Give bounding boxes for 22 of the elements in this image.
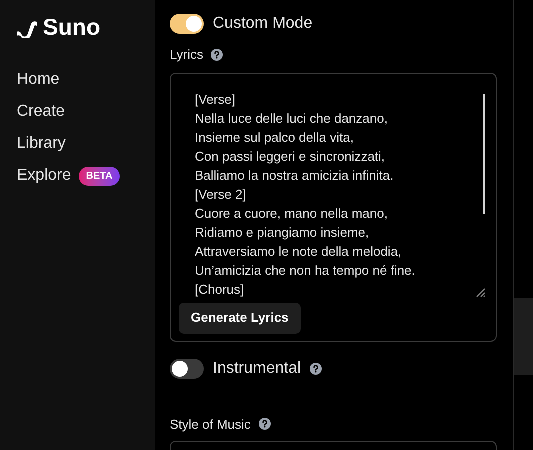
- toggle-label: Instrumental: [213, 358, 302, 378]
- nav-link[interactable]: Create: [17, 100, 66, 124]
- lyrics-line: Insieme sul palco della vita,: [195, 128, 355, 146]
- field-label: Lyrics: [170, 46, 204, 64]
- brand-name: Suno: [43, 16, 100, 39]
- toggle-label: Custom Mode: [213, 14, 313, 34]
- lyrics-line: Con passi leggeri e sincronizzati,: [195, 148, 386, 166]
- lyrics-line: [Verse]: [195, 90, 236, 108]
- lyrics-line: [Verse 2]: [195, 186, 248, 204]
- nav-link[interactable]: Explore: [17, 164, 72, 188]
- lyrics-line: Cuore a cuore, mano nella mano,: [195, 204, 389, 222]
- nav-link[interactable]: Home: [17, 68, 60, 92]
- lyrics-line: Balliamo la nostra amicizia infinita.: [195, 166, 395, 184]
- lyrics-line: Attraversiamo le note della melodia,: [195, 242, 403, 260]
- lyrics-line: Un’amicizia che non ha tempo né fine.: [195, 262, 416, 280]
- lyrics-line: Nella luce delle luci che danzano,: [195, 110, 389, 128]
- beta-badge: BETA: [79, 166, 120, 186]
- generate-lyrics-button[interactable]: Generate Lyrics: [179, 302, 301, 334]
- lyrics-line: [Chorus]: [195, 280, 246, 298]
- lyrics-line: Ridiamo e piangiamo insieme,: [195, 224, 370, 242]
- field-label: Style of Music: [170, 416, 251, 434]
- nav-link[interactable]: Library: [17, 132, 66, 156]
